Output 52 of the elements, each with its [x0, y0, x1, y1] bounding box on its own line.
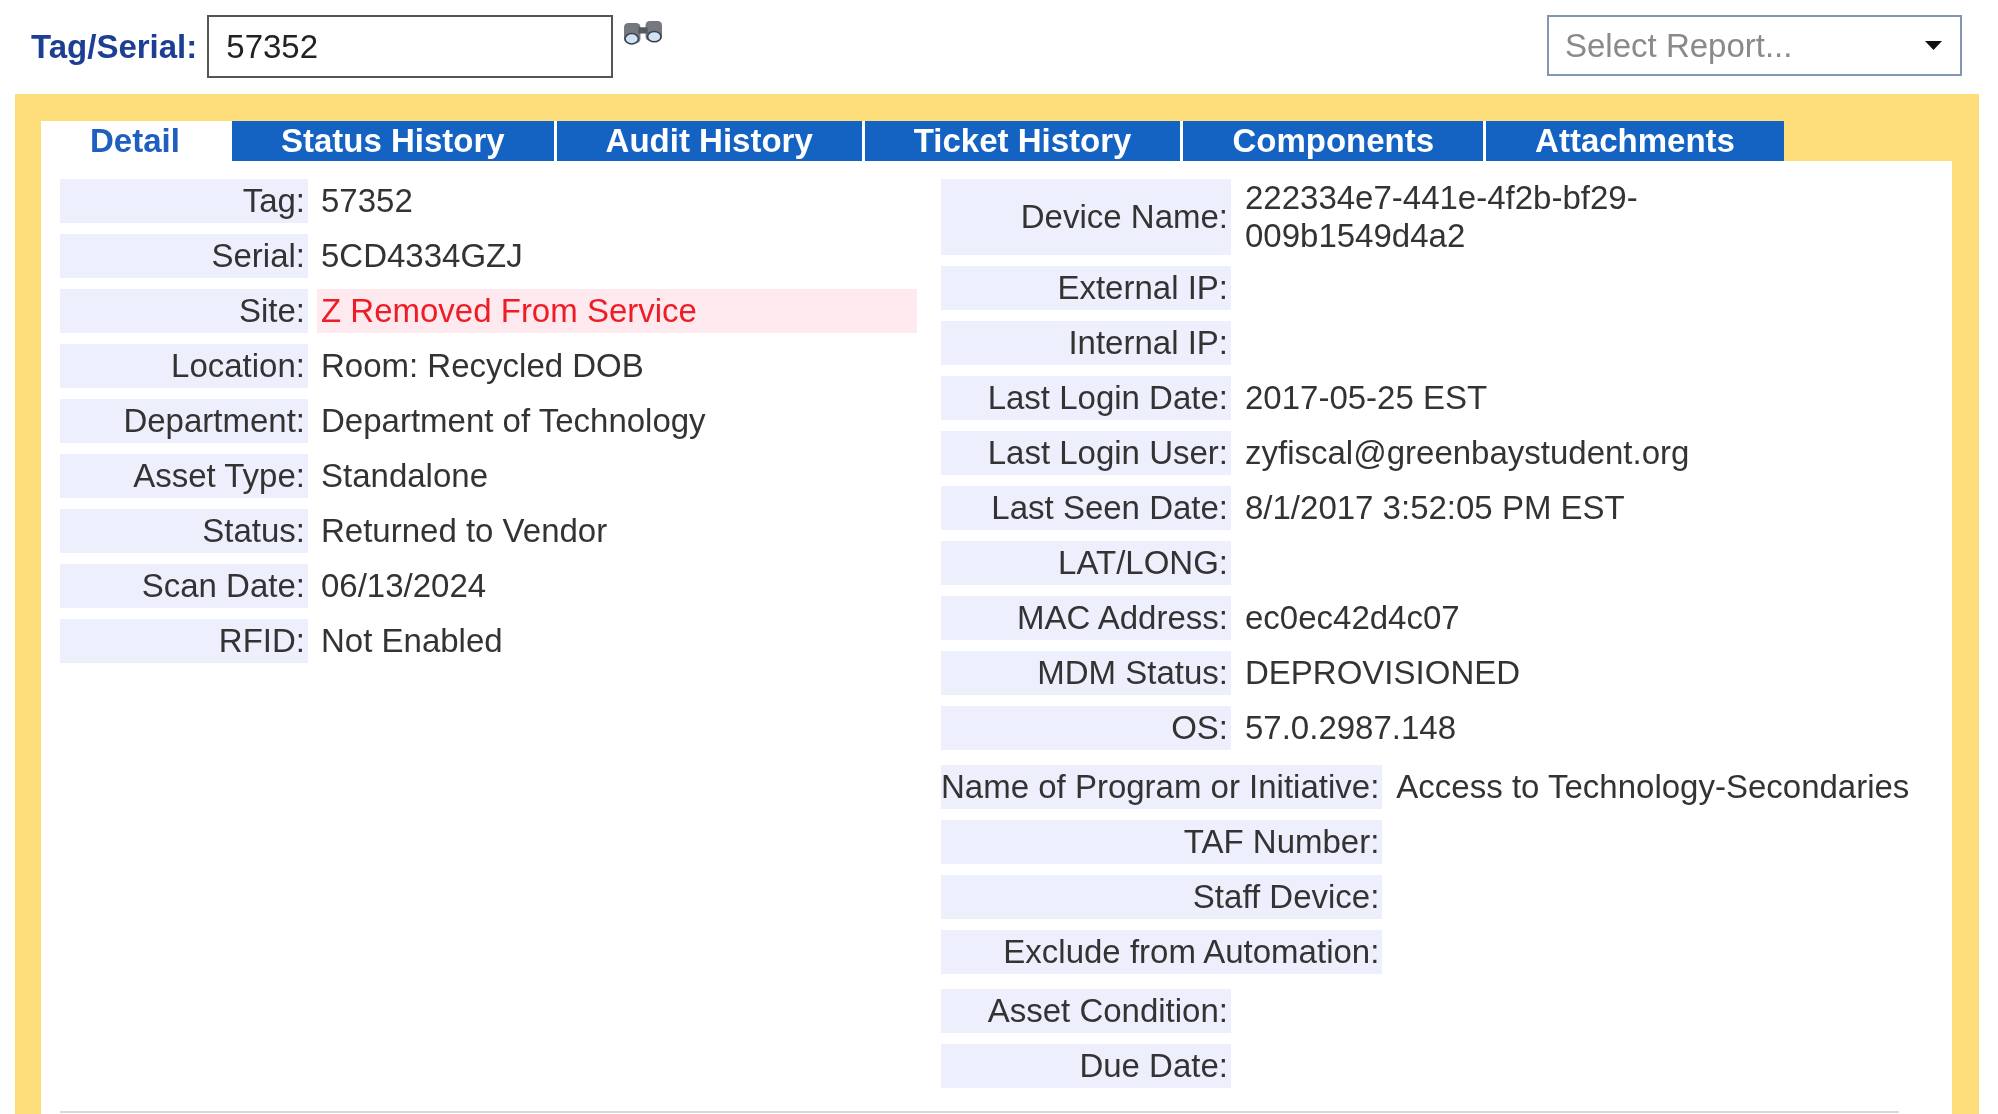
- field-label: Asset Condition:: [941, 989, 1231, 1033]
- field-value: ec0ec42d4c07: [1245, 599, 1461, 637]
- field-value: 57.0.2987.148: [1245, 709, 1458, 747]
- field-value: zyfiscal@greenbaystudent.org: [1245, 434, 1691, 472]
- field-label: TAF Number:: [941, 820, 1383, 864]
- field-label: Device Name:: [941, 179, 1231, 255]
- field-value: Not Enabled: [320, 621, 504, 661]
- field-value: Z Removed From Service: [317, 289, 917, 333]
- field-value: 2017-05-25 EST: [1245, 379, 1489, 417]
- tab[interactable]: Ticket History: [864, 121, 1181, 161]
- field-label: Staff Device:: [941, 875, 1383, 919]
- field-label: Last Login User:: [941, 431, 1231, 475]
- field-label: Status:: [60, 509, 308, 553]
- field-label: RFID:: [60, 619, 308, 663]
- tab[interactable]: Components: [1183, 121, 1484, 161]
- field-label: Last Seen Date:: [941, 486, 1231, 530]
- field-value: 8/1/2017 3:52:05 PM EST: [1245, 489, 1626, 527]
- field-value: Standalone: [320, 456, 489, 496]
- field-label: MAC Address:: [941, 596, 1231, 640]
- report-select[interactable]: Select Report...: [1547, 15, 1962, 76]
- tab[interactable]: Attachments: [1486, 121, 1784, 161]
- tag-serial-input[interactable]: 57352: [207, 15, 614, 78]
- field-label: Scan Date:: [60, 564, 308, 608]
- field-value: 57352: [320, 181, 414, 221]
- field-label: Serial:: [60, 234, 308, 278]
- field-value: Access to Technology-Secondaries: [1396, 768, 1911, 806]
- field-label: Site:: [60, 289, 308, 333]
- field-label: Tag:: [60, 179, 308, 223]
- field-label: Location:: [60, 344, 308, 388]
- field-label: Due Date:: [941, 1044, 1231, 1088]
- field-label: Last Login Date:: [941, 376, 1231, 420]
- caret-icon: [1925, 41, 1942, 50]
- field-value: Returned to Vendor: [320, 511, 609, 551]
- field-label: LAT/LONG:: [941, 541, 1231, 585]
- field-value: Department of Technology: [320, 401, 707, 441]
- tag-serial-label: Tag/Serial:: [31, 27, 198, 67]
- field-value: 06/13/2024: [320, 566, 488, 606]
- field-label: Internal IP:: [941, 321, 1231, 365]
- field-value: Room: Recycled DOB: [320, 346, 645, 386]
- field-value: 222334e7-441e-4f2b-bf29-009b1549d4a2: [1245, 179, 1639, 255]
- field-label: Name of Program or Initiative:: [941, 765, 1383, 809]
- field-label: OS:: [941, 706, 1231, 750]
- field-label: External IP:: [941, 266, 1231, 310]
- field-label: MDM Status:: [941, 651, 1231, 695]
- field-label: Asset Type:: [60, 454, 308, 498]
- tab[interactable]: Audit History: [556, 121, 862, 161]
- field-label: Exclude from Automation:: [941, 930, 1383, 974]
- binoculars-icon[interactable]: [623, 20, 664, 46]
- field-label: Department:: [60, 399, 308, 443]
- field-value: 5CD4334GZJ: [320, 236, 524, 276]
- tab[interactable]: Status History: [231, 121, 554, 161]
- field-value: DEPROVISIONED: [1245, 654, 1522, 692]
